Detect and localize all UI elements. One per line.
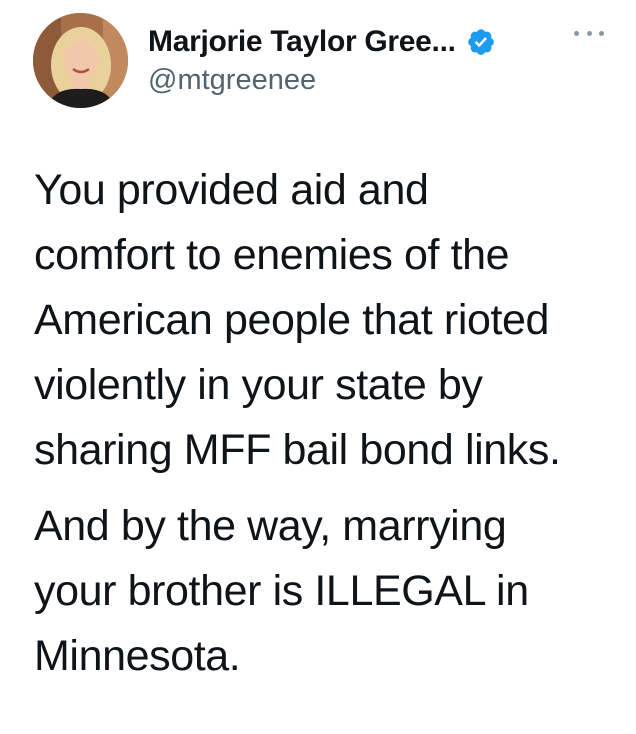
author-name-row[interactable]: Marjorie Taylor Gree... xyxy=(148,22,496,62)
more-dot xyxy=(574,30,579,36)
author-avatar[interactable] xyxy=(33,13,128,108)
more-dot xyxy=(586,30,592,36)
author-display-name[interactable]: Marjorie Taylor Gree... xyxy=(148,25,456,59)
author-handle[interactable]: @mtgreenee xyxy=(148,64,316,97)
tweet-paragraph-1: You provided aid and comfort to enemies … xyxy=(34,166,561,474)
tweet-text: You provided aid and comfort to enemies … xyxy=(34,158,629,689)
tweet-paragraph-2: And by the way, marrying your brother is… xyxy=(34,502,529,680)
tweet-card: Marjorie Taylor Gree... @mtgreenee You p… xyxy=(0,0,636,734)
avatar-photo xyxy=(33,13,128,108)
more-dot xyxy=(599,30,604,36)
verified-badge-icon xyxy=(467,29,494,55)
more-options-icon[interactable] xyxy=(574,28,604,38)
